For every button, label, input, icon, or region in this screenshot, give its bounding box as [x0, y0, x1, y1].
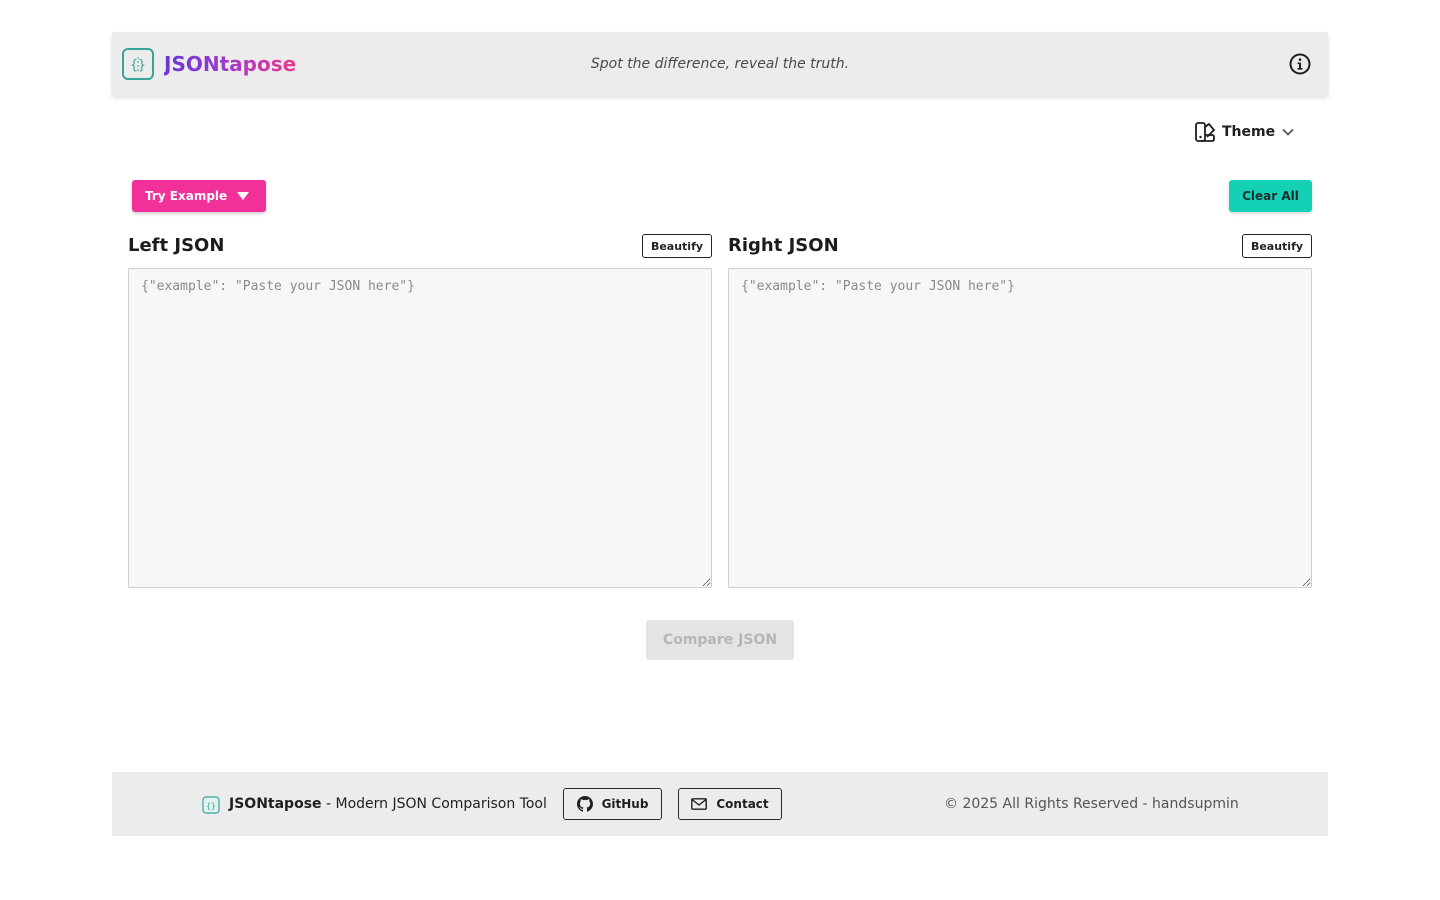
github-button[interactable]: GitHub: [563, 788, 662, 820]
github-icon: [576, 796, 593, 812]
left-json-input[interactable]: [128, 268, 712, 588]
try-example-button[interactable]: Try Example: [132, 180, 266, 212]
info-circle-icon[interactable]: [1288, 52, 1312, 76]
app-footer: {} JSONtapose - Modern JSON Comparison T…: [112, 772, 1328, 836]
app-tagline: Spot the difference, reveal the truth.: [590, 56, 850, 72]
app-header: {} JSONtapose Spot the difference, revea…: [112, 32, 1328, 96]
left-beautify-button[interactable]: Beautify: [642, 234, 712, 258]
left-json-title: Left JSON: [128, 235, 225, 256]
clear-all-button[interactable]: Clear All: [1229, 180, 1312, 212]
contact-label: Contact: [716, 797, 769, 811]
right-json-title: Right JSON: [728, 235, 839, 256]
theme-label: Theme: [1222, 124, 1276, 140]
mail-icon: [691, 798, 708, 810]
try-example-label: Try Example: [145, 189, 228, 203]
right-json-input[interactable]: [728, 268, 1312, 588]
contact-button[interactable]: Contact: [678, 788, 782, 820]
palette-icon: [1195, 122, 1215, 142]
chevron-down-icon: [1282, 128, 1294, 136]
json-braces-icon: {}: [202, 796, 220, 814]
github-label: GitHub: [601, 797, 649, 811]
compare-json-button[interactable]: Compare JSON: [646, 620, 794, 660]
copyright-text: © 2025 All Rights Reserved - handsupmin: [944, 796, 1239, 812]
right-beautify-button[interactable]: Beautify: [1242, 234, 1312, 258]
theme-dropdown[interactable]: Theme: [1194, 120, 1295, 144]
svg-text:{}: {}: [206, 802, 216, 811]
footer-brand: JSONtapose - Modern JSON Comparison Tool: [229, 796, 547, 812]
caret-down-icon: [237, 192, 250, 200]
